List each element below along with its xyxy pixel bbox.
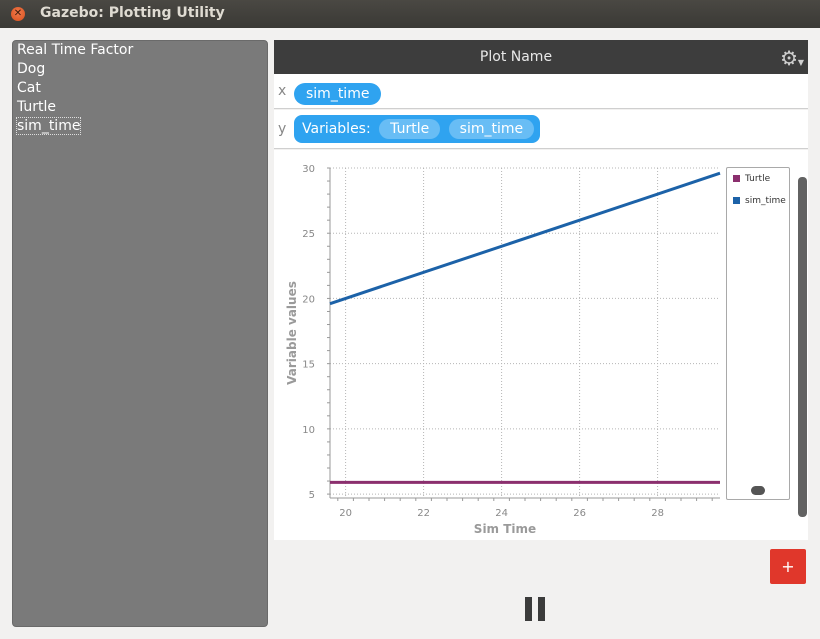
y-tick-label: 20: [302, 294, 315, 305]
pause-bar-left: [525, 597, 532, 621]
title-bar: ✕ Gazebo: Plotting Utility: [0, 0, 820, 28]
x-axis-title: Sim Time: [474, 522, 536, 536]
legend-item-sim-time: sim_time: [733, 196, 786, 206]
y-axis-title: Variable values: [285, 281, 299, 385]
x-tick-label: 24: [495, 508, 508, 519]
chevron-down-icon: ▼: [797, 58, 804, 67]
x-axis-letter: x: [278, 83, 287, 99]
x-tick-label: 22: [417, 508, 430, 519]
plot-header: Plot Name ⚙ ▼: [274, 40, 808, 74]
variable-pill-sim-time[interactable]: sim_time: [448, 119, 535, 139]
close-icon[interactable]: ✕: [11, 7, 25, 21]
y-tick-label: 15: [302, 360, 315, 371]
x-tick-label: 20: [339, 508, 352, 519]
topic-item-dog[interactable]: Dog: [13, 60, 267, 79]
line-chart: 20 22 24 26 28 5 10 15 20 25 30 Sim Time Variable va…: [285, 164, 721, 536]
topic-list: Real Time Factor Dog Cat Turtle sim_time: [12, 40, 268, 627]
window-title: Gazebo: Plotting Utility: [40, 5, 225, 21]
x-axis-row: x sim_time: [274, 74, 808, 109]
y-axis-letter: y: [278, 121, 287, 137]
plot-canvas[interactable]: 20 22 24 26 28 5 10 15 20 25 30 Sim Time Variable va…: [274, 150, 808, 540]
x-variable-pill[interactable]: sim_time: [294, 83, 382, 105]
legend-drag-handle[interactable]: [751, 486, 765, 495]
chart-legend: Turtle sim_time: [726, 167, 790, 500]
variables-label: Variables:: [302, 121, 371, 137]
y-tick-label: 10: [302, 425, 315, 436]
vertical-scrollbar[interactable]: [798, 177, 807, 517]
gear-icon[interactable]: ⚙: [780, 46, 798, 70]
y-tick-label: 25: [302, 229, 315, 240]
topic-item-cat[interactable]: Cat: [13, 79, 267, 98]
variable-pill-turtle[interactable]: Turtle: [379, 119, 441, 139]
legend-item-turtle: Turtle: [733, 174, 770, 184]
variables-container[interactable]: Variables: Turtle sim_time: [294, 115, 541, 143]
y-axis-row: y Variables: Turtle sim_time: [274, 110, 808, 149]
pause-bar-right: [538, 597, 545, 621]
x-tick-label: 28: [651, 508, 664, 519]
plot-name[interactable]: Plot Name: [274, 40, 758, 74]
legend-swatch-turtle: [733, 175, 740, 182]
x-tick-label: 26: [573, 508, 586, 519]
topic-item-turtle[interactable]: Turtle: [13, 98, 267, 117]
legend-swatch-sim-time: [733, 197, 740, 204]
pause-icon[interactable]: [525, 597, 545, 621]
topic-item-sim-time[interactable]: sim_time: [13, 117, 267, 136]
topic-item-real-time-factor[interactable]: Real Time Factor: [13, 41, 267, 60]
y-tick-label: 30: [302, 164, 315, 175]
series-line-sim-time: [329, 171, 721, 306]
add-plot-button[interactable]: +: [770, 549, 806, 584]
y-tick-label: 5: [309, 490, 315, 501]
